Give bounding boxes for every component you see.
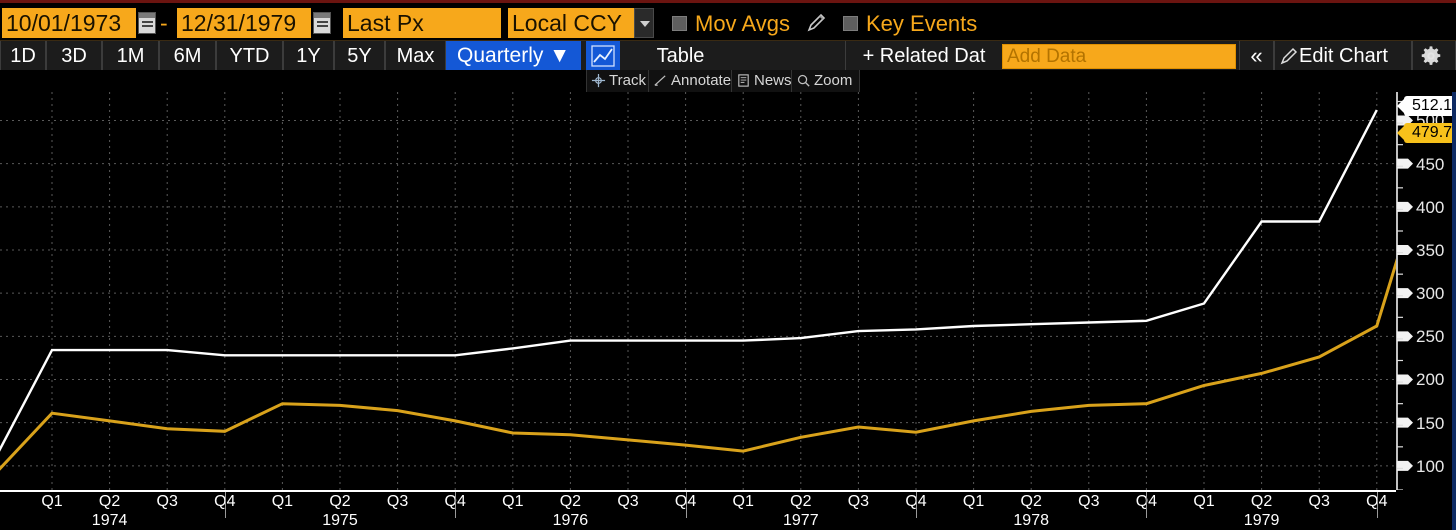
x-axis-year-label: 1978 xyxy=(1001,512,1061,530)
y-axis-tick-label: 300 xyxy=(1416,285,1452,302)
mov-avgs-checkbox[interactable] xyxy=(672,16,687,31)
x-axis-quarter-label: Q2 xyxy=(781,493,821,511)
range-button-1d[interactable]: 1D xyxy=(0,41,46,71)
x-axis-line xyxy=(0,490,1396,492)
x-axis-quarter-label: Q3 xyxy=(608,493,648,511)
frequency-dropdown[interactable]: Quarterly ▼ xyxy=(446,41,581,71)
x-axis-quarter-label: Q1 xyxy=(493,493,533,511)
y-axis-tick-label: 100 xyxy=(1416,458,1452,475)
x-axis-quarter-label: Q1 xyxy=(32,493,72,511)
x-axis-year-label: 1974 xyxy=(80,512,140,530)
news-page-icon xyxy=(736,73,751,88)
key-events-checkbox[interactable] xyxy=(843,16,858,31)
x-axis-quarter-label: Q1 xyxy=(723,493,763,511)
range-button-1y[interactable]: 1Y xyxy=(283,41,334,71)
x-axis-quarter-label: Q2 xyxy=(1242,493,1282,511)
start-date-calendar-icon[interactable] xyxy=(138,12,156,34)
x-axis-year-divider xyxy=(1377,492,1378,518)
collapse-button[interactable]: « xyxy=(1239,41,1274,71)
news-tool-button[interactable]: News xyxy=(731,70,800,92)
x-axis-quarter-label: Q3 xyxy=(1069,493,1109,511)
x-axis-quarter-label: Q2 xyxy=(550,493,590,511)
y-axis[interactable]: 100150200250300350400450500 512.10 479.7… xyxy=(1396,92,1456,490)
end-date-field[interactable]: 12/31/1979 xyxy=(177,8,311,38)
date-range-separator: - xyxy=(160,8,168,38)
y-axis-tick-label: 150 xyxy=(1416,415,1452,432)
magnifier-icon xyxy=(796,73,811,88)
add-data-input[interactable] xyxy=(1002,44,1236,69)
chart-plot-area[interactable] xyxy=(0,92,1396,490)
y-axis-tick-label: 400 xyxy=(1416,199,1452,216)
end-date-calendar-icon[interactable] xyxy=(313,12,331,34)
y-axis-tick-label: 200 xyxy=(1416,371,1452,388)
x-axis-year-label: 1976 xyxy=(540,512,600,530)
track-tool-label: Track xyxy=(609,72,646,89)
x-axis[interactable]: Q1Q2Q3Q4Q1Q2Q3Q4Q1Q2Q3Q4Q1Q2Q3Q4Q1Q2Q3Q4… xyxy=(0,490,1396,530)
y-axis-tick-label: 250 xyxy=(1416,328,1452,345)
news-tool-label: News xyxy=(754,72,792,89)
chart-canvas xyxy=(0,92,1396,490)
gear-icon[interactable] xyxy=(1420,45,1442,67)
mov-avgs-pencil-icon[interactable] xyxy=(806,13,826,33)
edit-chart-pencil-icon[interactable] xyxy=(1280,47,1298,65)
series-white-value-tag: 512.10 xyxy=(1404,96,1456,116)
x-axis-year-divider xyxy=(686,492,687,518)
x-axis-year-label: 1979 xyxy=(1232,512,1292,530)
window-right-border xyxy=(1452,92,1456,530)
y-axis-tick-label: 450 xyxy=(1416,156,1452,173)
series-gold-line xyxy=(0,138,1396,475)
range-button-ytd[interactable]: YTD xyxy=(216,41,283,71)
chart-tools-bar: Track Annotate News Zoom xyxy=(0,70,1456,92)
line-chart-icon[interactable] xyxy=(586,41,620,71)
mov-avgs-label[interactable]: Mov Avgs xyxy=(695,11,790,37)
crosshair-icon xyxy=(591,73,606,88)
x-axis-quarter-label: Q3 xyxy=(1299,493,1339,511)
x-axis-quarter-label: Q2 xyxy=(320,493,360,511)
zoom-tool-label: Zoom xyxy=(814,72,852,89)
annotate-tool-button[interactable]: Annotate xyxy=(648,70,739,92)
zoom-tool-button[interactable]: Zoom xyxy=(791,70,860,92)
currency-select[interactable]: Local CCY xyxy=(508,8,636,38)
related-data-button[interactable]: + Related Dat xyxy=(845,41,1002,71)
chevron-down-icon[interactable] xyxy=(634,8,654,38)
x-axis-quarter-label: Q3 xyxy=(147,493,187,511)
x-axis-quarter-label: Q2 xyxy=(90,493,130,511)
start-date-field[interactable]: 10/01/1973 xyxy=(2,8,136,38)
x-axis-quarter-label: Q3 xyxy=(838,493,878,511)
price-field-input[interactable]: Last Px xyxy=(343,8,501,38)
x-axis-year-divider xyxy=(1146,492,1147,518)
x-axis-quarter-label: Q1 xyxy=(262,493,302,511)
range-button-3d[interactable]: 3D xyxy=(46,41,102,71)
pencil-line-icon xyxy=(653,73,668,88)
series-gold-value-tag: 479.76 xyxy=(1404,123,1456,143)
x-axis-year-label: 1975 xyxy=(310,512,370,530)
x-axis-quarter-label: Q2 xyxy=(1011,493,1051,511)
annotate-tool-label: Annotate xyxy=(671,72,731,89)
table-button[interactable]: Table xyxy=(628,41,733,71)
x-axis-year-label: 1977 xyxy=(771,512,831,530)
x-axis-year-divider xyxy=(225,492,226,518)
range-button-6m[interactable]: 6M xyxy=(159,41,216,71)
top-toolbar: 10/01/1973 - 12/31/1979 Last Px Local CC… xyxy=(0,3,1456,43)
x-axis-quarter-label: Q1 xyxy=(1184,493,1224,511)
y-axis-tick-label: 350 xyxy=(1416,242,1452,259)
range-button-max[interactable]: Max xyxy=(385,41,446,71)
range-button-5y[interactable]: 5Y xyxy=(334,41,385,71)
key-events-label[interactable]: Key Events xyxy=(866,11,977,37)
chart-window: 10/01/1973 - 12/31/1979 Last Px Local CC… xyxy=(0,0,1456,530)
x-axis-quarter-label: Q3 xyxy=(378,493,418,511)
x-axis-quarter-label: Q1 xyxy=(954,493,994,511)
series-white-line xyxy=(0,110,1377,460)
range-toolbar: 1D 3D 1M 6M YTD 1Y 5Y Max Quarterly ▼ Ta… xyxy=(0,40,1456,71)
range-button-1m[interactable]: 1M xyxy=(102,41,159,71)
x-axis-year-divider xyxy=(455,492,456,518)
track-tool-button[interactable]: Track xyxy=(586,70,654,92)
x-axis-year-divider xyxy=(916,492,917,518)
